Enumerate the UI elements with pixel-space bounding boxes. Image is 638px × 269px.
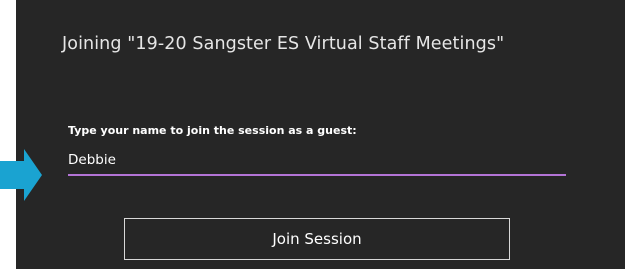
guest-name-input[interactable] [68, 146, 566, 176]
arrow-right-icon [0, 149, 42, 201]
dialog-title: Joining "19-20 Sangster ES Virtual Staff… [62, 34, 505, 54]
join-session-button[interactable]: Join Session [124, 218, 510, 260]
join-session-dialog: Joining "19-20 Sangster ES Virtual Staff… [16, 0, 625, 269]
guest-name-label: Type your name to join the session as a … [68, 124, 357, 137]
